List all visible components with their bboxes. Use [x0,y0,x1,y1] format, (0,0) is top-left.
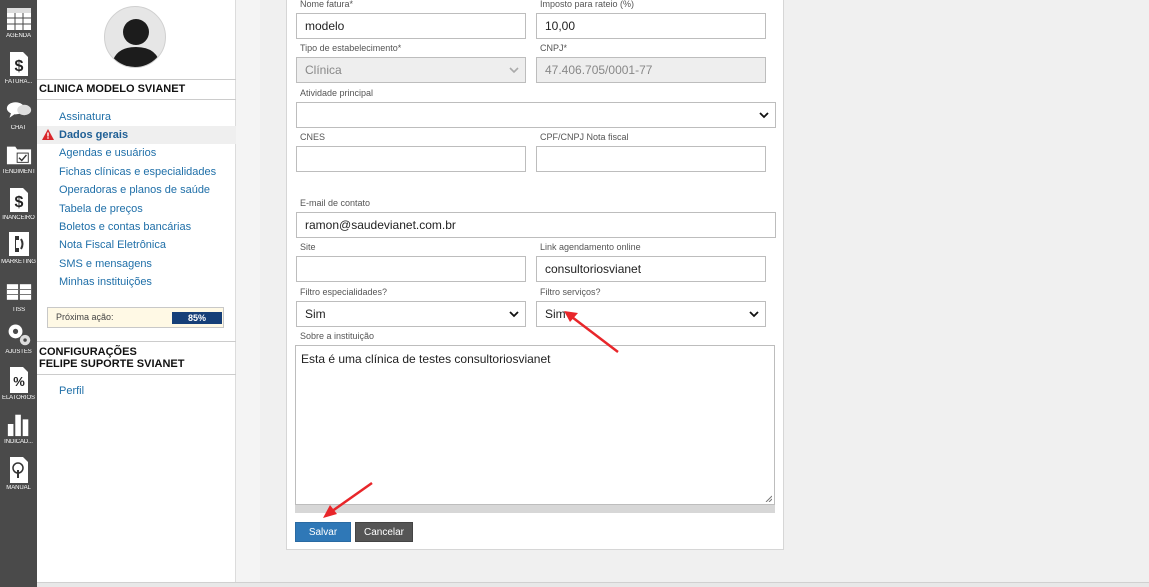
footer-divider [37,582,1149,587]
chat-icon [6,96,32,124]
email-input[interactable]: ramon@saudevianet.com.br [296,212,776,238]
tipo-estabelecimento-select[interactable]: Clínica [296,57,526,83]
resize-handle-icon[interactable] [765,495,772,502]
chevron-down-icon [759,112,769,119]
dollar-icon: $ [6,50,32,78]
svg-text:$: $ [14,194,23,211]
content-gutter [236,0,260,587]
settings-sidebar: CLINICA MODELO SVIANET Assinatura Dados … [37,0,236,587]
chevron-down-icon [509,67,519,74]
rail-item-faturamento[interactable]: $ FATURA... [0,50,37,85]
imposto-label: Imposto para rateio (%) [540,0,635,9]
chevron-down-icon [749,311,759,318]
rail-item-indicadores[interactable]: INDICAD... [0,410,37,445]
filtro-servicos-select[interactable]: Sim [536,301,766,327]
sidebar-item-boletos[interactable]: Boletos e contas bancárias [37,218,236,236]
config-title-line1: CONFIGURAÇÕES [39,346,137,358]
sobre-label: Sobre a instituição [300,331,375,341]
rail-item-tiss[interactable]: TISS [0,278,37,313]
sidebar-item-nota-fiscal[interactable]: Nota Fiscal Eletrônica [37,236,236,254]
cnpj-input[interactable]: 47.406.705/0001-77 [536,57,766,83]
sidebar-item-perfil[interactable]: Perfil [37,382,236,400]
config-title: CONFIGURAÇÕES FELIPE SUPORTE SVIANET [37,341,236,375]
rail-item-agenda[interactable]: AGENDA [0,4,37,39]
imposto-input[interactable]: 10,00 [536,13,766,39]
chevron-down-icon [509,311,519,318]
rail-item-manual[interactable]: MANUAL [0,456,37,491]
progress-bar: 85% [172,312,222,324]
save-button[interactable]: Salvar [295,522,351,542]
filtro-servicos-label: Filtro serviços? [540,287,601,297]
sidebar-item-sms[interactable]: SMS e mensagens [37,255,236,273]
filtro-especialidades-label: Filtro especialidades? [300,287,388,297]
site-label: Site [300,242,316,252]
rail-item-relatorios[interactable]: % ELATORIOS [0,366,37,401]
sidebar-item-dados-gerais[interactable]: Dados gerais [37,126,236,144]
percent-icon: % [6,366,32,394]
app-icon-rail: AGENDA $ FATURA... CHAT TENDIMENT $ INAN… [0,0,37,587]
cpf-cnpj-nf-input[interactable] [536,146,766,172]
phone-icon [6,230,32,258]
atividade-label: Atividade principal [300,88,374,98]
manual-icon [6,456,32,484]
clinic-title: CLINICA MODELO SVIANET [37,79,236,100]
cnes-input[interactable] [296,146,526,172]
filtro-especialidades-value: Sim [305,307,326,321]
sidebar-item-agendas[interactable]: Agendas e usuários [37,144,236,162]
sidebar-item-operadoras[interactable]: Operadoras e planos de saúde [37,181,236,199]
sidebar-item-tabela-precos[interactable]: Tabela de preços [37,200,236,218]
filtro-especialidades-select[interactable]: Sim [296,301,526,327]
link-agendamento-input[interactable]: consultoriosvianet [536,256,766,282]
calendar-icon [6,4,32,32]
bar-chart-icon [6,410,32,438]
folder-check-icon [6,140,32,168]
rail-item-financeiro[interactable]: $ INANCEIRO [0,186,37,221]
config-title-line2: FELIPE SUPORTE SVIANET [39,358,185,370]
sidebar-item-label: Dados gerais [59,129,129,141]
rail-item-atendimento[interactable]: TENDIMENT [0,140,37,175]
cnes-label: CNES [300,132,326,142]
tipo-estabelecimento-label: Tipo de estabelecimento* [300,43,402,53]
cnpj-label: CNPJ* [540,43,568,53]
table-icon [6,278,32,306]
site-input[interactable] [296,256,526,282]
link-agendamento-label: Link agendamento online [540,242,641,252]
progress-label: Próxima ação: [56,312,114,322]
dados-gerais-form: Nome fatura* modelo Imposto para rateio … [286,0,784,550]
cpf-cnpj-nf-label: CPF/CNPJ Nota fiscal [540,132,629,142]
email-label: E-mail de contato [300,198,371,208]
svg-text:%: % [13,374,25,389]
sidebar-item-fichas[interactable]: Fichas clínicas e especialidades [37,163,236,181]
warning-icon [42,129,54,140]
filtro-servicos-value: Sim [545,307,566,321]
rail-item-ajustes[interactable]: AJUSTES [0,320,37,355]
next-action-progress[interactable]: Próxima ação: 85% [47,307,224,328]
sobre-value: Esta é uma clínica de testes consultorio… [301,352,551,366]
nome-fatura-input[interactable]: modelo [296,13,526,39]
tipo-estabelecimento-value: Clínica [305,63,342,77]
dollar-icon: $ [6,186,32,214]
sobre-textarea[interactable]: Esta é uma clínica de testes consultorio… [295,345,775,505]
atividade-select[interactable] [296,102,776,128]
sidebar-item-instituicoes[interactable]: Minhas instituições [37,273,236,291]
textarea-toolbar-strip [295,505,775,513]
nome-fatura-label: Nome fatura* [300,0,354,9]
rail-item-marketing[interactable]: MARKETING [0,230,37,265]
rail-item-chat[interactable]: CHAT [0,96,37,131]
avatar [104,6,166,68]
gears-icon [6,320,32,348]
cancel-button[interactable]: Cancelar [355,522,413,542]
sidebar-item-assinatura[interactable]: Assinatura [37,108,236,126]
svg-text:$: $ [14,58,23,75]
